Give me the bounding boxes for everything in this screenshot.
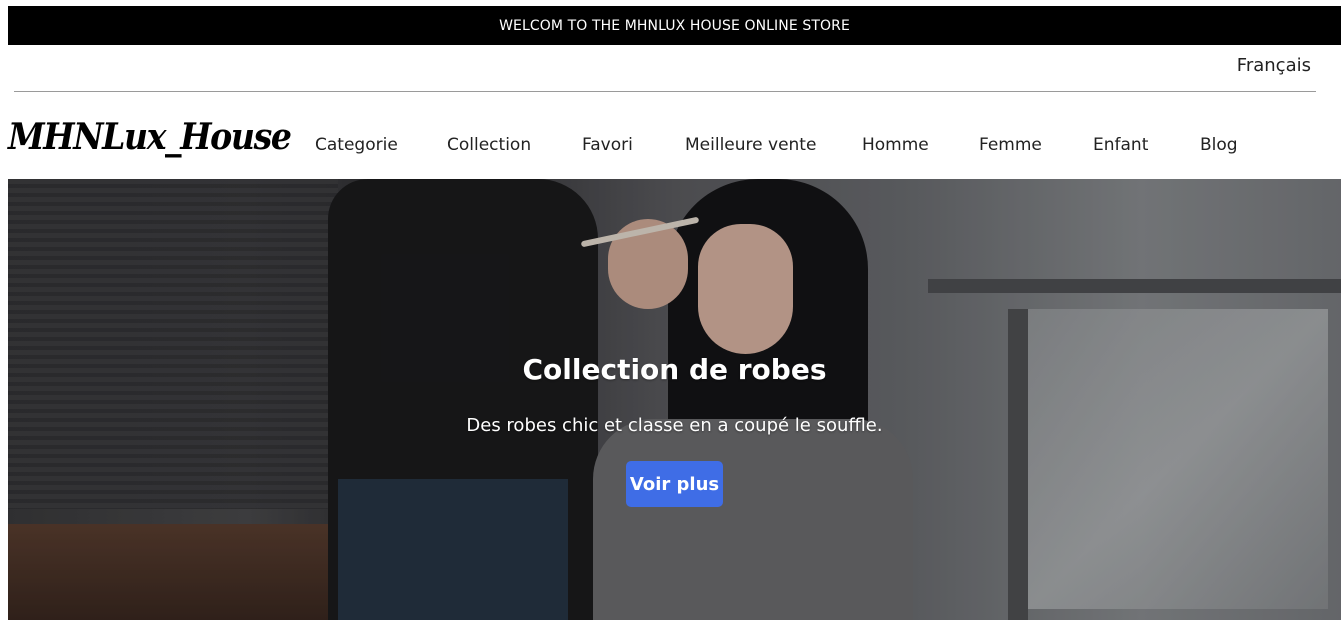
nav-item-meilleure-vente[interactable]: Meilleure vente — [685, 135, 816, 155]
nav-item-categorie[interactable]: Categorie — [315, 135, 398, 155]
hero-subtitle: Des robes chic et classe en a coupé le s… — [466, 415, 883, 436]
main-navbar: MHNLux_House Categorie Collection Favori… — [0, 92, 1344, 179]
nav-item-enfant[interactable]: Enfant — [1093, 135, 1148, 155]
voir-plus-button[interactable]: Voir plus — [626, 461, 723, 507]
nav-item-blog[interactable]: Blog — [1200, 135, 1238, 155]
hero-banner: Collection de robes Des robes chic et cl… — [8, 179, 1341, 620]
announcement-bar: WELCOM TO THE MHNLUX HOUSE ONLINE STORE — [8, 6, 1341, 45]
announcement-text: WELCOM TO THE MHNLUX HOUSE ONLINE STORE — [499, 17, 850, 34]
language-row: Français — [14, 45, 1316, 92]
language-selector[interactable]: Français — [1237, 55, 1311, 76]
nav-item-homme[interactable]: Homme — [862, 135, 929, 155]
hero-content: Collection de robes Des robes chic et cl… — [8, 179, 1341, 620]
nav-item-femme[interactable]: Femme — [979, 135, 1042, 155]
site-logo[interactable]: MHNLux_House — [8, 116, 292, 158]
hero-title: Collection de robes — [522, 353, 827, 386]
nav-item-collection[interactable]: Collection — [447, 135, 531, 155]
nav-item-favori[interactable]: Favori — [582, 135, 633, 155]
